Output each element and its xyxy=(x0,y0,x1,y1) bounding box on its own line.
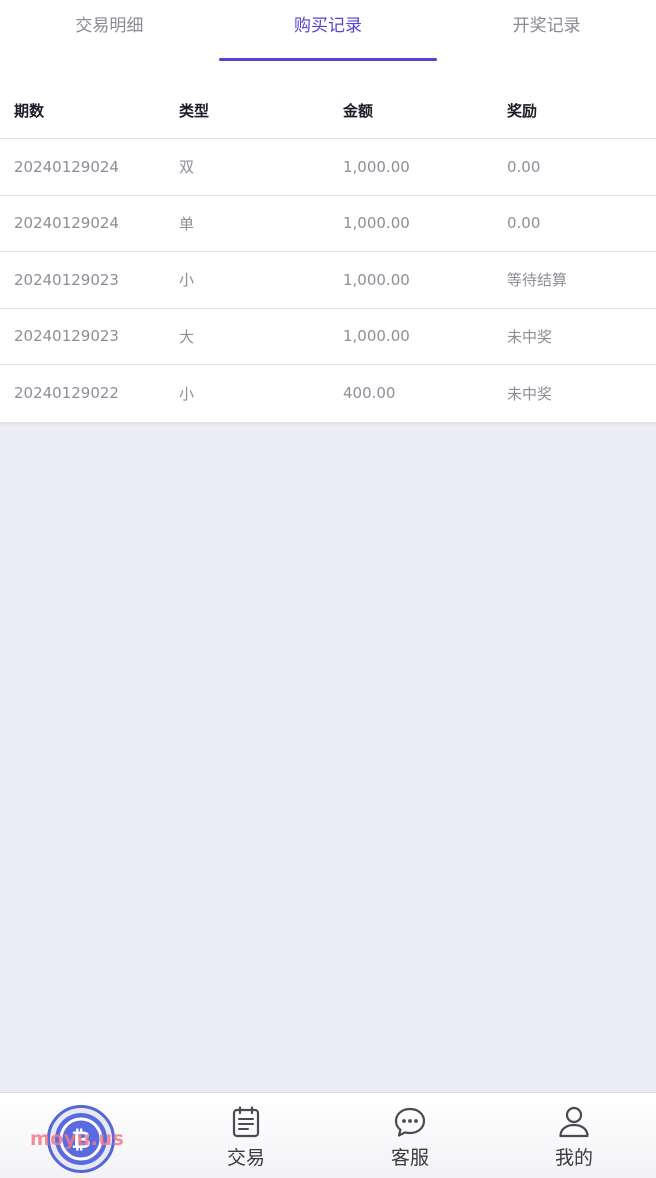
amount-cell: 1,000.00 xyxy=(342,214,410,233)
tab-bar: 交易明细 购买记录 开奖记录 xyxy=(0,0,656,62)
tab-purchase-records[interactable]: 购买记录 xyxy=(218,0,438,62)
amount-cell: 1,000.00 xyxy=(342,157,410,176)
type-cell: 小 xyxy=(178,271,194,290)
document-icon xyxy=(232,1106,260,1138)
table-row: 20240129024 双 1,000.00 0.00 xyxy=(0,139,656,196)
reward-cell: 0.00 xyxy=(506,157,541,176)
reward-cell: 0.00 xyxy=(506,214,541,233)
tab-draw-records[interactable]: 开奖记录 xyxy=(437,0,656,62)
column-header-reward: 奖励 xyxy=(506,101,537,120)
period-cell: 20240129023 xyxy=(14,327,119,346)
period-cell: 20240129022 xyxy=(14,384,119,403)
bitcoin-icon: ₿ xyxy=(55,1113,107,1165)
amount-cell: 400.00 xyxy=(342,384,396,403)
type-cell: 双 xyxy=(178,158,194,177)
nav-item-support[interactable]: 客服 xyxy=(328,1093,492,1178)
column-header-amount: 金额 xyxy=(342,101,373,120)
nav-label-support: 客服 xyxy=(390,1147,429,1169)
type-cell: 单 xyxy=(178,214,194,233)
table-row: 20240129023 大 1,000.00 未中奖 xyxy=(0,309,656,365)
tab-transaction-details[interactable]: 交易明细 xyxy=(0,0,219,62)
period-cell: 20240129023 xyxy=(14,270,119,289)
reward-cell: 等待结算 xyxy=(506,271,567,290)
svg-text:₿: ₿ xyxy=(71,1126,91,1154)
table-row: 20240129024 单 1,000.00 0.00 xyxy=(0,196,656,252)
period-cell: 20240129024 xyxy=(14,214,119,233)
nav-label-profile: 我的 xyxy=(554,1147,593,1169)
page: 交易明细 购买记录 开奖记录 期数 类型 金额 奖励 20240129024 双… xyxy=(0,0,656,1178)
user-icon xyxy=(559,1106,589,1138)
amount-cell: 1,000.00 xyxy=(342,270,410,289)
chat-bubble-icon xyxy=(394,1107,426,1137)
reward-cell: 未中奖 xyxy=(506,384,552,403)
purchase-records-table: 期数 类型 金额 奖励 20240129024 双 1,000.00 0.00 … xyxy=(0,62,656,422)
amount-cell: 1,000.00 xyxy=(342,327,410,346)
column-header-period: 期数 xyxy=(14,101,45,120)
column-header-type: 类型 xyxy=(178,101,209,120)
type-cell: 小 xyxy=(178,384,194,403)
table-header: 期数 类型 金额 奖励 xyxy=(0,62,656,139)
table-row: 20240129022 小 400.00 未中奖 xyxy=(0,365,656,422)
type-cell: 大 xyxy=(178,327,194,346)
period-cell: 20240129024 xyxy=(14,157,119,176)
reward-cell: 未中奖 xyxy=(506,327,552,346)
nav-item-profile[interactable]: 我的 xyxy=(492,1093,656,1178)
nav-label-trade: 交易 xyxy=(226,1147,265,1169)
nav-item-trade[interactable]: 交易 xyxy=(164,1093,328,1178)
home-button[interactable]: ₿ xyxy=(47,1105,115,1173)
table-row: 20240129023 小 1,000.00 等待结算 xyxy=(0,252,656,309)
